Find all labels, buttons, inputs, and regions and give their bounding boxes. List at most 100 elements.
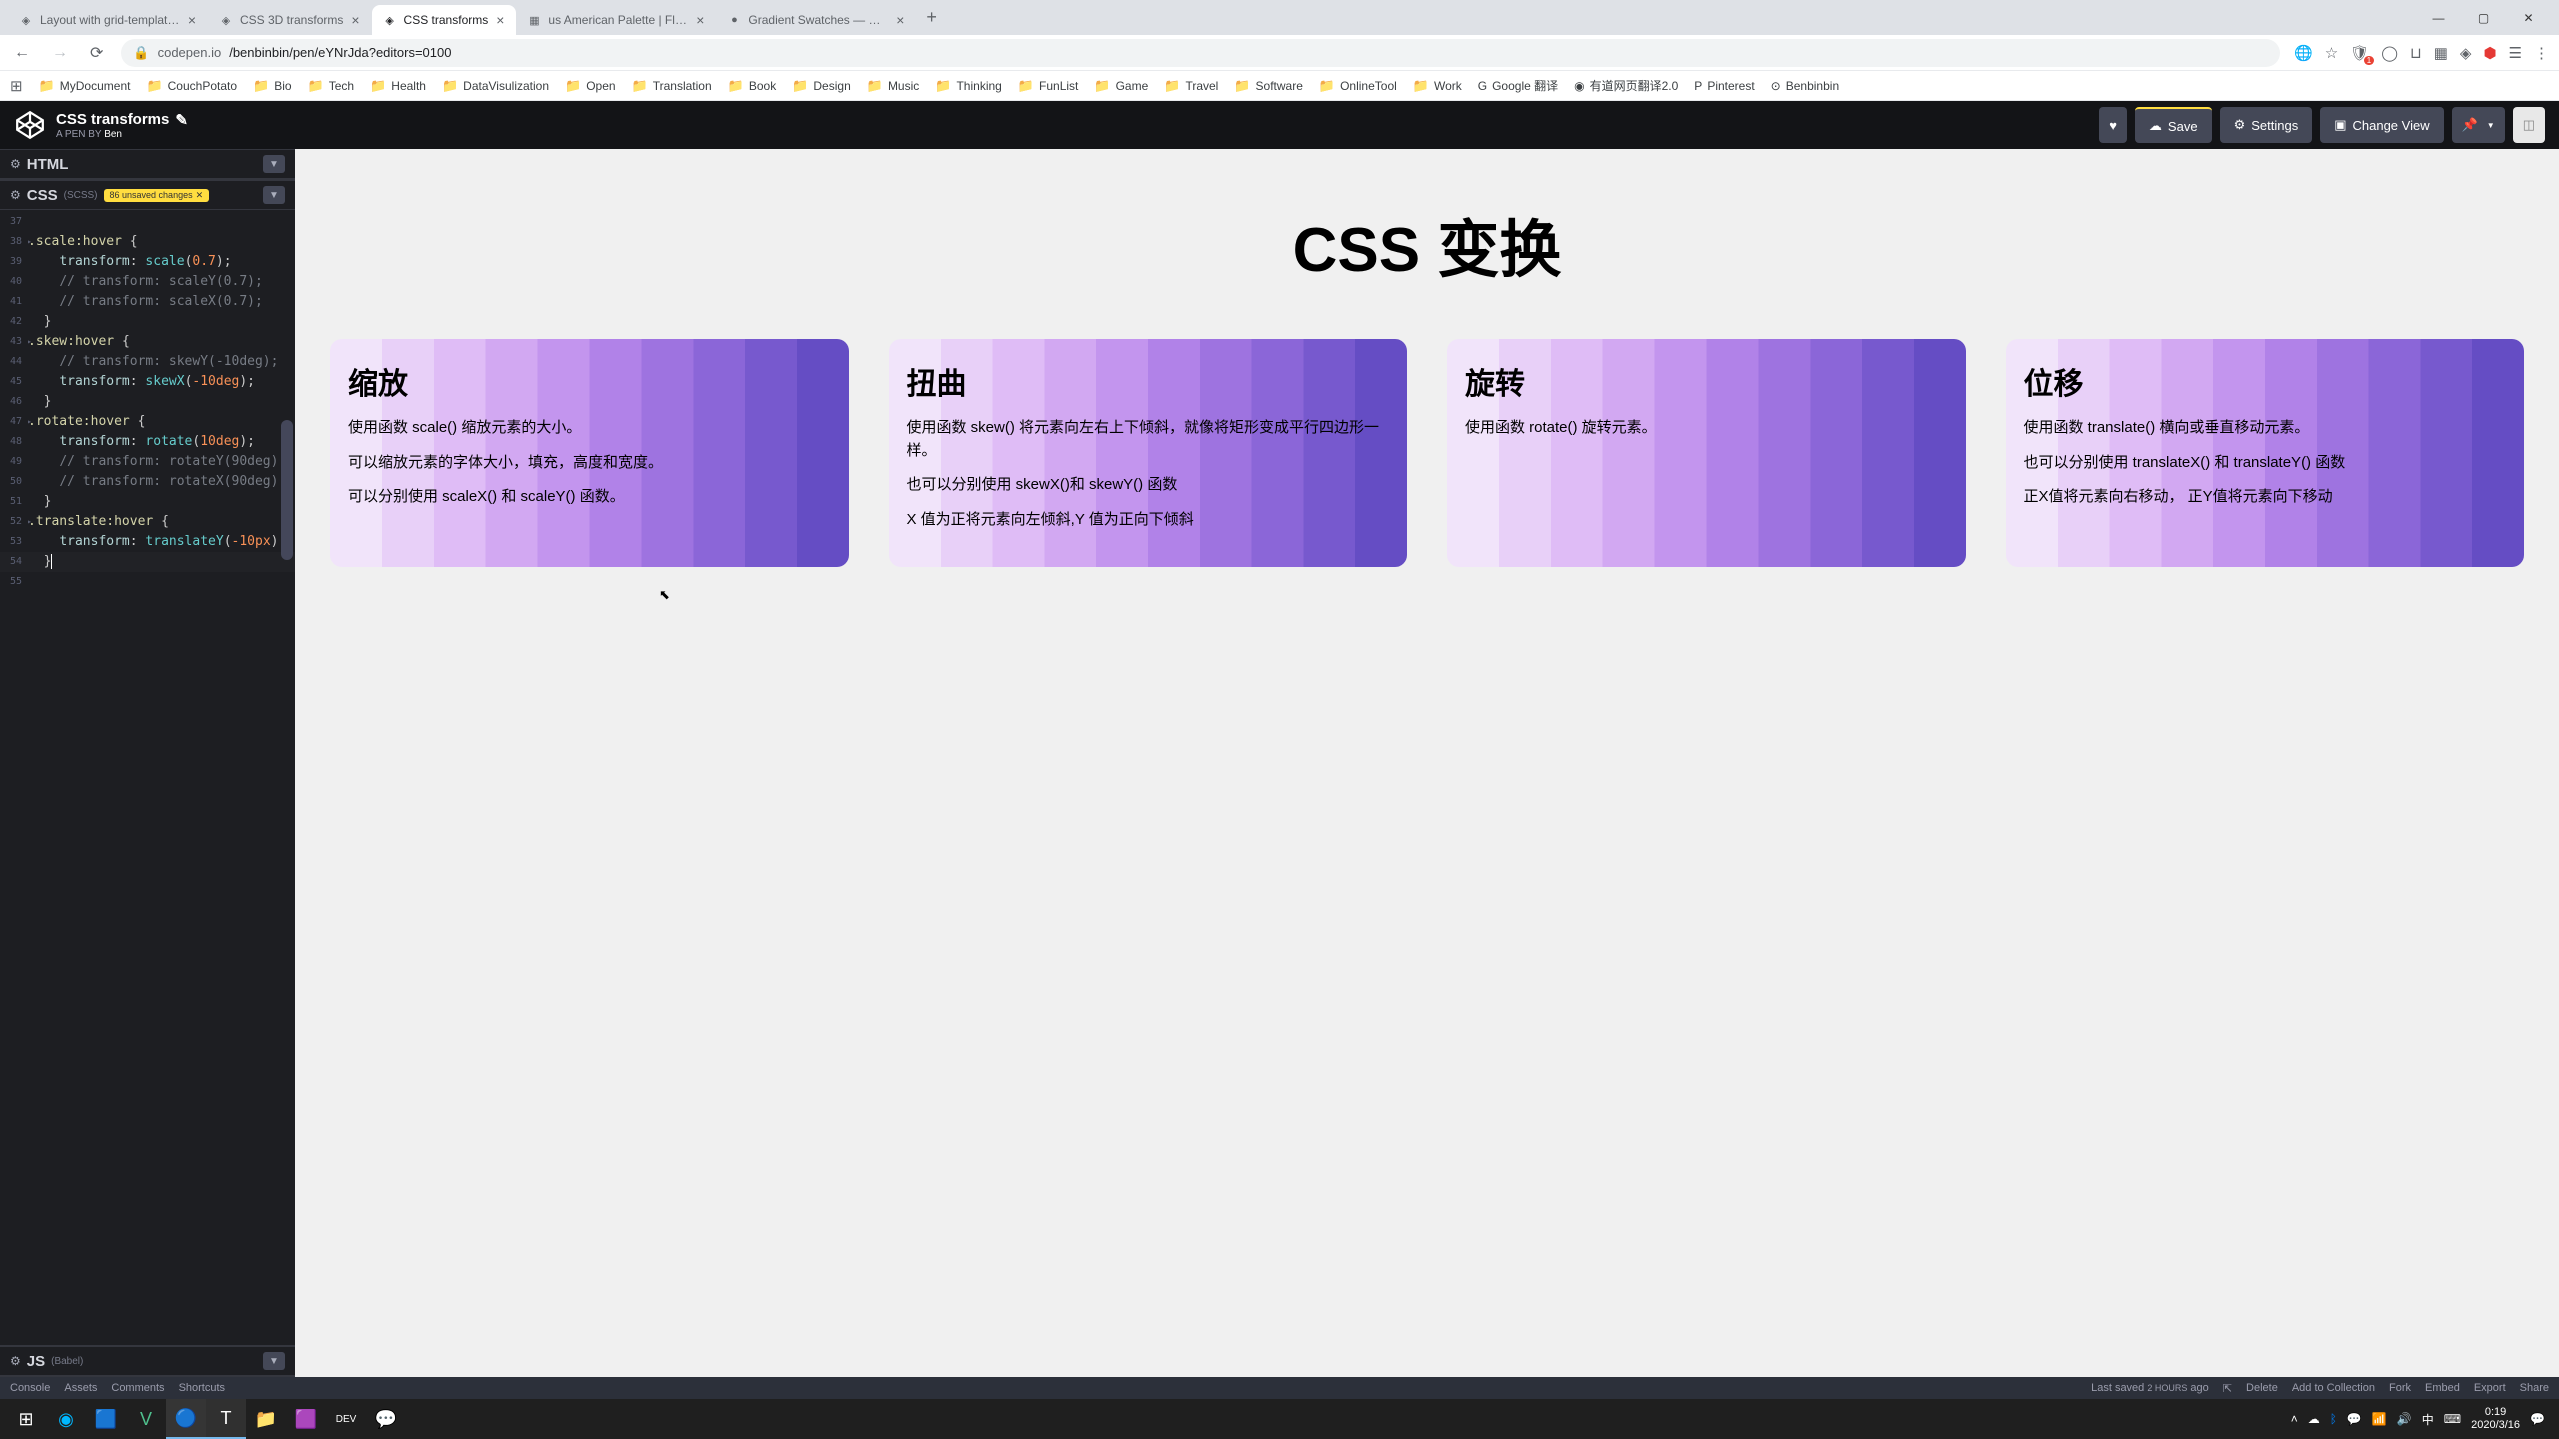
close-window-button[interactable]: ✕ [2506,3,2551,33]
back-button[interactable]: ← [10,40,34,66]
bookmark-item[interactable]: 📁Music [867,77,920,94]
code-line[interactable]: 43▸.skew:hover { [0,332,295,352]
code-line[interactable]: 48 transform: rotate(10deg); [0,432,295,452]
minimize-button[interactable]: — [2416,3,2461,33]
menu-icon[interactable]: ⋮ [2534,44,2549,62]
footer-shortcuts[interactable]: Shortcuts [179,1382,225,1394]
bookmark-item[interactable]: 📁Travel [1164,77,1218,94]
forward-button[interactable]: → [48,40,72,66]
code-line[interactable]: 51 } [0,492,295,512]
tray-input-icon[interactable]: ⌨ [2444,1412,2461,1426]
footer-fork[interactable]: Fork [2389,1382,2411,1394]
bookmark-item[interactable]: 📁Tech [308,77,355,94]
settings-button[interactable]: ⚙Settings [2220,107,2313,143]
chevron-down-icon[interactable]: ▼ [263,1352,285,1370]
html-editor-header[interactable]: ⚙ HTML ▼ [0,149,295,179]
preview-card[interactable]: 位移使用函数 translate() 横向或垂直移动元素。也可以分别使用 tra… [2006,339,2525,567]
maximize-button[interactable]: ▢ [2461,3,2506,33]
code-line[interactable]: 42 } [0,312,295,332]
taskbar-editor[interactable]: T [206,1399,246,1439]
apps-icon[interactable]: ⊞ [10,77,23,95]
code-line[interactable]: 39 transform: scale(0.7); [0,252,295,272]
tray-chevron-up-icon[interactable]: ˄ [2291,1412,2298,1426]
code-line[interactable]: 55 [0,572,295,592]
extension-pocket-icon[interactable]: ⊔ [2410,44,2422,62]
browser-tab[interactable]: ●Gradient Swatches — CSS Gra× [716,5,916,35]
new-tab-button[interactable]: + [916,7,947,28]
code-line[interactable]: 47▸.rotate:hover { [0,412,295,432]
reload-button[interactable]: ⟳ [86,39,107,67]
share-popout-icon[interactable]: ⇱ [2223,1382,2232,1395]
bookmark-item[interactable]: 📁DataVisulization [442,77,549,94]
bookmark-item[interactable]: 📁CouchPotato [146,77,237,94]
start-button[interactable]: ⊞ [6,1399,46,1439]
profile-button[interactable]: ◫ [2513,107,2545,143]
close-tab-icon[interactable]: × [494,12,506,28]
bookmark-item[interactable]: ⊙Benbinbin [1771,77,1839,94]
tray-ime-icon[interactable]: 中 [2422,1411,2434,1428]
footer-share[interactable]: Share [2520,1382,2549,1394]
pen-title[interactable]: CSS transforms✎ [56,111,188,129]
code-line[interactable]: 53 transform: translateY(-10px); [0,532,295,552]
bookmark-item[interactable]: 📁Software [1234,77,1303,94]
taskbar-app-figma[interactable]: 🟪 [286,1399,326,1439]
gear-icon[interactable]: ⚙ [10,188,21,202]
tray-bluetooth-icon[interactable]: ᛒ [2330,1412,2337,1426]
bookmark-item[interactable]: 📁Translation [632,77,712,94]
change-view-button[interactable]: ▣Change View [2320,107,2443,143]
css-code-editor[interactable]: 3738▸.scale:hover {39 transform: scale(0… [0,210,295,1345]
js-editor-header[interactable]: ⚙ JS (Babel) ▼ [0,1346,295,1376]
bookmark-star-icon[interactable]: ☆ [2325,44,2338,62]
codepen-logo-icon[interactable] [14,109,46,141]
tray-wechat-icon[interactable]: 💬 [2347,1412,2362,1426]
footer-console[interactable]: Console [10,1382,50,1394]
code-line[interactable]: 44 // transform: skewY(-10deg); [0,352,295,372]
heart-button[interactable]: ♥ [2099,107,2127,143]
css-editor-header[interactable]: ⚙ CSS (SCSS) 86 unsaved changes✕ ▼ [0,180,295,210]
edit-title-icon[interactable]: ✎ [175,111,188,129]
taskbar-app-2[interactable]: V [126,1399,166,1439]
footer-add-to-collection[interactable]: Add to Collection [2292,1382,2375,1394]
url-input[interactable]: 🔒 codepen.io/benbinbin/pen/eYNrJda?edito… [121,39,2280,67]
bookmark-item[interactable]: 📁Book [728,77,777,94]
save-button[interactable]: ☁Save [2135,107,2212,143]
gear-icon[interactable]: ⚙ [10,1354,21,1368]
taskbar-app-5[interactable]: DEV [326,1399,366,1439]
bookmark-item[interactable]: 📁Design [792,77,851,94]
bookmark-item[interactable]: 📁FunList [1018,77,1079,94]
translate-icon[interactable]: 🌐 [2294,44,2313,62]
preview-card[interactable]: 缩放使用函数 scale() 缩放元素的大小。可以缩放元素的字体大小，填充，高度… [330,339,849,567]
bookmark-item[interactable]: ◉有道网页翻译2.0 [1574,77,1678,94]
bookmark-item[interactable]: 📁Thinking [935,77,1002,94]
code-line[interactable]: 40 // transform: scaleY(0.7); [0,272,295,292]
chevron-down-icon[interactable]: ▼ [263,155,285,173]
code-line[interactable]: 49 // transform: rotateY(90deg); [0,452,295,472]
extension-icon-3[interactable]: ◈ [2460,44,2472,62]
code-line[interactable]: 45 transform: skewX(-10deg); [0,372,295,392]
bookmark-item[interactable]: 📁Work [1413,77,1462,94]
bookmark-item[interactable]: PPinterest [1694,77,1754,94]
chevron-down-icon[interactable]: ▼ [263,186,285,204]
close-tab-icon[interactable]: × [694,12,706,28]
close-tab-icon[interactable]: × [894,12,906,28]
bookmark-item[interactable]: 📁MyDocument [39,77,131,94]
browser-tab[interactable]: ◈CSS transforms× [372,5,517,35]
footer-delete[interactable]: Delete [2246,1382,2278,1394]
browser-tab[interactable]: ◈CSS 3D transforms× [208,5,372,35]
extension-icon-1[interactable]: ◯ [2381,44,2398,62]
tray-wifi-icon[interactable]: 📶 [2372,1412,2387,1426]
code-line[interactable]: 38▸.scale:hover { [0,232,295,252]
code-line[interactable]: 52▸.translate:hover { [0,512,295,532]
reading-list-icon[interactable]: ☰ [2509,44,2522,62]
footer-embed[interactable]: Embed [2425,1382,2460,1394]
tray-volume-icon[interactable]: 🔊 [2397,1412,2412,1426]
bookmark-item[interactable]: GGoogle 翻译 [1478,77,1558,94]
bookmark-item[interactable]: 📁Health [370,77,426,94]
close-tab-icon[interactable]: × [186,12,198,28]
extension-shield-icon[interactable]: 🛡1 [2350,44,2369,62]
tray-onedrive-icon[interactable]: ☁ [2308,1412,2320,1426]
bookmark-item[interactable]: 📁Open [565,77,616,94]
taskbar-chrome[interactable]: 🔵 [166,1399,206,1439]
scrollbar-thumb[interactable] [281,420,293,560]
code-line[interactable]: 50 // transform: rotateX(90deg); [0,472,295,492]
